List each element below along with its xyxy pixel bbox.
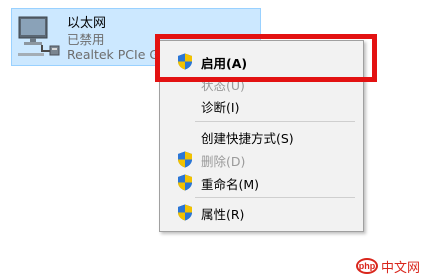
annotation-highlight-box <box>155 34 377 82</box>
watermark-text: 中文网 <box>381 260 421 276</box>
menu-item-label: 重命名(M) <box>201 177 260 192</box>
menu-item-label: 创建快捷方式(S) <box>201 131 294 146</box>
menu-item-create-shortcut[interactable]: 创建快捷方式(S) <box>162 125 361 147</box>
adapter-status: 已禁用 <box>67 32 105 47</box>
menu-item-properties[interactable]: 属性(R) <box>162 201 361 223</box>
menu-item-label: 属性(R) <box>201 207 245 222</box>
shield-icon <box>178 174 192 191</box>
menu-separator <box>195 197 355 198</box>
shield-icon <box>178 151 192 168</box>
menu-item-rename[interactable]: 重命名(M) <box>162 171 361 193</box>
menu-item-label: 删除(D) <box>201 154 246 169</box>
menu-item-label: 诊断(I) <box>201 100 240 115</box>
watermark-badge: php <box>356 258 378 274</box>
menu-separator <box>195 121 355 122</box>
watermark-logo: php 中文网 <box>356 256 420 276</box>
network-adapter-icon <box>18 16 60 56</box>
menu-item-delete[interactable]: 删除(D) <box>162 148 361 170</box>
menu-item-diagnose[interactable]: 诊断(I) <box>162 94 361 116</box>
shield-icon <box>178 204 192 221</box>
